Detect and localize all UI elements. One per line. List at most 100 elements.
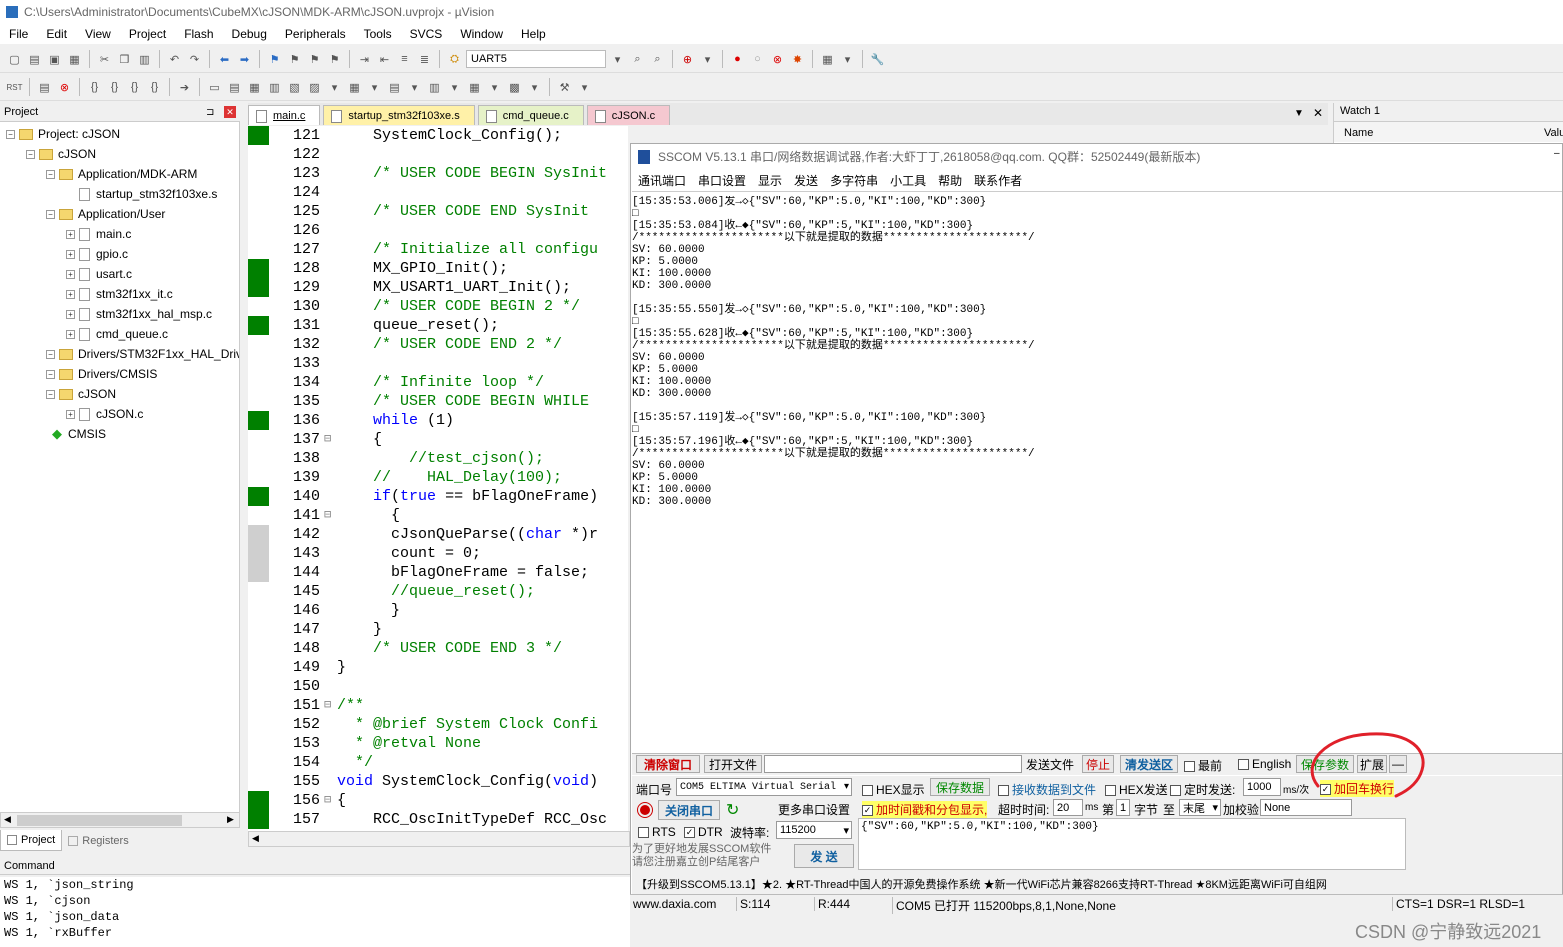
undo-icon[interactable]: ↶ bbox=[166, 51, 183, 68]
code-line[interactable]: 149} bbox=[248, 658, 628, 677]
chevron-down-icon[interactable]: ▾ bbox=[526, 79, 543, 96]
toolbox-icon[interactable]: ⚒ bbox=[556, 79, 573, 96]
registers-icon[interactable]: ▥ bbox=[266, 79, 283, 96]
rts-checkbox[interactable]: RTS bbox=[638, 825, 676, 839]
checksum-select[interactable]: None bbox=[1260, 799, 1352, 816]
chevron-down-icon[interactable]: ▾ bbox=[576, 79, 593, 96]
timeout-input[interactable]: 20 bbox=[1053, 799, 1083, 816]
breakpoint-marker[interactable] bbox=[248, 316, 269, 335]
timed-send-checkbox[interactable]: 定时发送: bbox=[1170, 781, 1235, 798]
comment-icon[interactable]: ≡ bbox=[396, 51, 413, 68]
menu-item-edit[interactable]: Edit bbox=[37, 27, 76, 41]
checkbox-box[interactable]: ✓ bbox=[684, 827, 695, 839]
clear-window-button[interactable]: 清除窗口 bbox=[636, 755, 700, 773]
menu-item-project[interactable]: Project bbox=[120, 27, 175, 41]
code-line[interactable]: 146 } bbox=[248, 601, 628, 620]
save-icon[interactable]: ▣ bbox=[46, 51, 63, 68]
code-line[interactable]: 127 /* Initialize all configu bbox=[248, 240, 628, 259]
code-line[interactable]: 131 queue_reset(); bbox=[248, 316, 628, 335]
chevron-down-icon[interactable]: ▾ bbox=[1212, 801, 1218, 814]
code-line[interactable]: 129 MX_USART1_UART_Init(); bbox=[248, 278, 628, 297]
sscom-menu-item[interactable]: 通讯端口 bbox=[632, 172, 692, 189]
sscom-menu-item[interactable]: 帮助 bbox=[932, 172, 968, 189]
code-line[interactable]: 156 ⊟{ bbox=[248, 791, 628, 810]
disassembly-icon[interactable]: ▤ bbox=[226, 79, 243, 96]
code-line[interactable]: 125 /* USER CODE END SysInit bbox=[248, 202, 628, 221]
menu-item-view[interactable]: View bbox=[76, 27, 120, 41]
checkbox-box[interactable] bbox=[1184, 761, 1195, 773]
menu-item-peripherals[interactable]: Peripherals bbox=[276, 27, 355, 41]
debug-zoom-icon[interactable]: ⊕ bbox=[679, 51, 696, 68]
sscom-menu-item[interactable]: 串口设置 bbox=[692, 172, 752, 189]
bookmark-next-icon[interactable]: ⚑ bbox=[306, 51, 323, 68]
tab-project[interactable]: Project bbox=[0, 830, 63, 851]
call-stack-icon[interactable]: ▧ bbox=[286, 79, 303, 96]
find-in-files-icon[interactable]: ⌕ bbox=[649, 51, 666, 68]
scroll-left-icon[interactable]: ◀ bbox=[252, 833, 259, 844]
chevron-down-icon[interactable]: ▾ bbox=[366, 79, 383, 96]
code-line[interactable]: 139 // HAL_Delay(100); bbox=[248, 468, 628, 487]
command-window-icon[interactable]: ▭ bbox=[206, 79, 223, 96]
code-line[interactable]: 121 SystemClock_Config(); bbox=[248, 126, 628, 145]
checkbox-box[interactable] bbox=[1238, 759, 1249, 771]
collapse-icon[interactable]: − bbox=[46, 389, 55, 399]
end-select[interactable]: 末尾 ▾ bbox=[1179, 799, 1221, 816]
save-all-icon[interactable]: ▦ bbox=[66, 51, 83, 68]
hex-display-checkbox[interactable]: HEX显示 bbox=[862, 781, 925, 798]
fold-icon[interactable]: ⊟ bbox=[324, 791, 335, 810]
chevron-down-icon[interactable]: ▾ bbox=[843, 824, 849, 837]
editor-tab-main-c[interactable]: main.c bbox=[248, 105, 321, 125]
tree-scrollbar[interactable]: ◀ ▶ bbox=[0, 812, 240, 828]
bookmark-prev-icon[interactable]: ⚑ bbox=[286, 51, 303, 68]
hex-send-checkbox[interactable]: HEX发送 bbox=[1105, 781, 1168, 798]
sscom-menu-item[interactable]: 显示 bbox=[752, 172, 788, 189]
topmost-checkbox[interactable]: 最前 bbox=[1184, 757, 1222, 774]
system-viewer-icon[interactable]: ▩ bbox=[506, 79, 523, 96]
code-line[interactable]: 141 ⊟ { bbox=[248, 506, 628, 525]
menu-item-help[interactable]: Help bbox=[512, 27, 555, 41]
refresh-icon[interactable]: ↻ bbox=[726, 800, 739, 820]
code-line[interactable]: 122 bbox=[248, 145, 628, 164]
code-line[interactable]: 153 * @retval None bbox=[248, 734, 628, 753]
fold-icon[interactable]: ⊟ bbox=[324, 696, 335, 715]
code-line[interactable]: 138 //test_cjson(); bbox=[248, 449, 628, 468]
redo-icon[interactable]: ↷ bbox=[186, 51, 203, 68]
bookmark-clear-icon[interactable]: ⚑ bbox=[326, 51, 343, 68]
uncomment-icon[interactable]: ≣ bbox=[416, 51, 433, 68]
chevron-down-icon[interactable]: ▾ bbox=[406, 79, 423, 96]
tree-node[interactable]: + cmd_queue.c bbox=[66, 325, 168, 343]
expand-icon[interactable]: + bbox=[66, 229, 75, 239]
close-icon[interactable]: ✕ bbox=[224, 106, 236, 118]
chevron-down-icon[interactable]: ▾ bbox=[844, 781, 849, 793]
expand-icon[interactable]: + bbox=[66, 409, 75, 419]
code-line[interactable]: 155 void SystemClock_Config(void) bbox=[248, 772, 628, 791]
pin-icon[interactable]: ⊐ bbox=[206, 107, 214, 118]
new-file-icon[interactable]: ▢ bbox=[6, 51, 23, 68]
breakpoint-marker[interactable] bbox=[248, 411, 269, 430]
open-folder-icon[interactable]: ▤ bbox=[26, 51, 43, 68]
menu-item-debug[interactable]: Debug bbox=[223, 27, 276, 41]
stop-icon[interactable]: ⊗ bbox=[56, 79, 73, 96]
expand-icon[interactable]: + bbox=[66, 249, 75, 259]
breakpoint-marker[interactable] bbox=[248, 259, 269, 278]
tree-node[interactable]: + stm32f1xx_it.c bbox=[66, 285, 173, 303]
code-line[interactable]: 142 cJsonQueParse((char *)r bbox=[248, 525, 628, 544]
serial-icon[interactable]: ▤ bbox=[386, 79, 403, 96]
paste-icon[interactable]: ▥ bbox=[136, 51, 153, 68]
breakpoint-marker[interactable] bbox=[248, 791, 269, 810]
checkbox-box[interactable] bbox=[638, 827, 649, 839]
command-output[interactable]: WS 1, `json_string WS 1, `cjson WS 1, `jso… bbox=[0, 877, 630, 947]
code-line[interactable]: 147 } bbox=[248, 620, 628, 639]
chevron-down-icon[interactable]: ▾ bbox=[446, 79, 463, 96]
close-editor-icon[interactable]: ✕ bbox=[1313, 106, 1323, 120]
menu-item-flash[interactable]: Flash bbox=[175, 27, 222, 41]
collapse-icon[interactable]: − bbox=[46, 349, 55, 359]
breakpoint-disable-all-icon[interactable]: ⊗ bbox=[769, 51, 786, 68]
unindent-icon[interactable]: ⇤ bbox=[376, 51, 393, 68]
port-select[interactable]: COM5 ELTIMA Virtual Serial ▾ bbox=[676, 778, 852, 796]
tree-node[interactable]: + cJSON.c bbox=[66, 405, 143, 423]
timestamp-checkbox[interactable]: ✓ 加时间戳和分包显示, bbox=[862, 801, 988, 818]
trace-icon[interactable]: ▦ bbox=[466, 79, 483, 96]
tree-node[interactable]: ◆ CMSIS bbox=[46, 425, 106, 443]
tree-node[interactable]: + usart.c bbox=[66, 265, 132, 283]
